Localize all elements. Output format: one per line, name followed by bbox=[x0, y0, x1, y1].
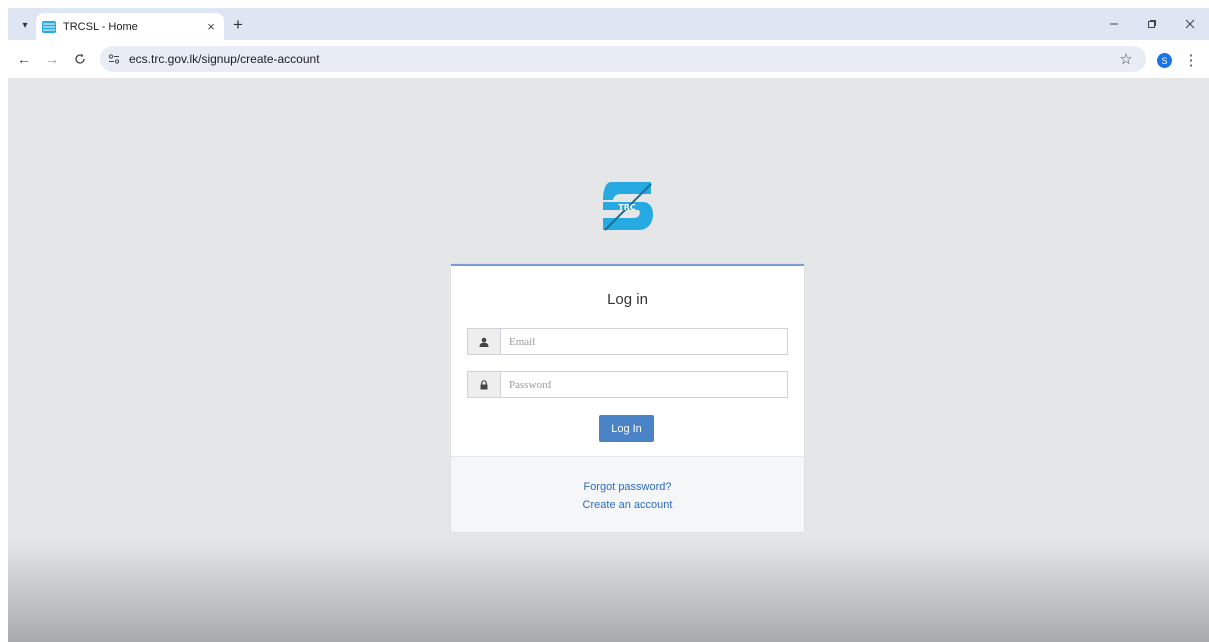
tab-title: TRCSL - Home bbox=[63, 20, 138, 33]
new-tab-button[interactable]: + bbox=[228, 15, 248, 35]
logo-text: TRC bbox=[618, 203, 636, 212]
tab-search-button[interactable]: ▾ bbox=[14, 14, 36, 36]
page-content: TRC Log in Email Log In Forgot password?… bbox=[8, 78, 1209, 642]
password-field[interactable] bbox=[501, 372, 787, 397]
login-panel: Log in Log In bbox=[451, 264, 804, 532]
star-icon[interactable]: ☆ bbox=[1114, 50, 1138, 68]
user-icon bbox=[468, 329, 501, 354]
restore-icon[interactable] bbox=[1133, 8, 1171, 40]
url-text: ecs.trc.gov.lk/signup/create-account bbox=[129, 52, 320, 66]
back-arrow-icon: ← bbox=[17, 51, 31, 67]
page-bottom-shade bbox=[8, 540, 1209, 642]
login-button[interactable]: Log In bbox=[599, 415, 654, 442]
browser-tab[interactable]: TRCSL - Home × bbox=[36, 13, 224, 40]
login-footer: Forgot password? Create an account bbox=[451, 456, 804, 532]
password-input-group bbox=[467, 371, 788, 398]
email-input-group bbox=[467, 328, 788, 355]
tab-strip: ▾ TRCSL - Home × + bbox=[8, 8, 1209, 40]
minimize-icon[interactable] bbox=[1095, 8, 1133, 40]
reload-icon bbox=[75, 53, 85, 64]
email-field[interactable] bbox=[501, 329, 787, 354]
reload-button[interactable] bbox=[68, 47, 92, 71]
forgot-password-link[interactable]: Forgot password? bbox=[451, 481, 804, 493]
browser-window: ▾ TRCSL - Home × + ← → ecs.trc.gov.lk/si… bbox=[8, 8, 1209, 642]
tab-close-icon[interactable]: × bbox=[202, 18, 220, 36]
create-account-link[interactable]: Create an account bbox=[451, 499, 804, 511]
chevron-down-icon: ▾ bbox=[22, 19, 28, 31]
trc-logo: TRC bbox=[603, 182, 653, 231]
browser-toolbar: ← → ecs.trc.gov.lk/signup/create-account… bbox=[8, 40, 1209, 78]
window-controls bbox=[1095, 8, 1209, 40]
login-title: Log in bbox=[607, 291, 648, 308]
tune-icon bbox=[108, 54, 120, 64]
profile-avatar[interactable]: S bbox=[1157, 53, 1172, 68]
site-info-button[interactable] bbox=[103, 48, 125, 70]
kebab-menu-icon[interactable]: ⋮ bbox=[1182, 49, 1200, 71]
lock-icon bbox=[468, 372, 501, 397]
close-icon[interactable] bbox=[1171, 8, 1209, 40]
forward-button[interactable]: → bbox=[40, 47, 64, 71]
address-bar[interactable]: ecs.trc.gov.lk/signup/create-account ☆ bbox=[100, 46, 1146, 72]
forward-arrow-icon: → bbox=[45, 51, 59, 67]
back-button[interactable]: ← bbox=[12, 47, 36, 71]
trc-favicon-icon bbox=[42, 20, 56, 33]
